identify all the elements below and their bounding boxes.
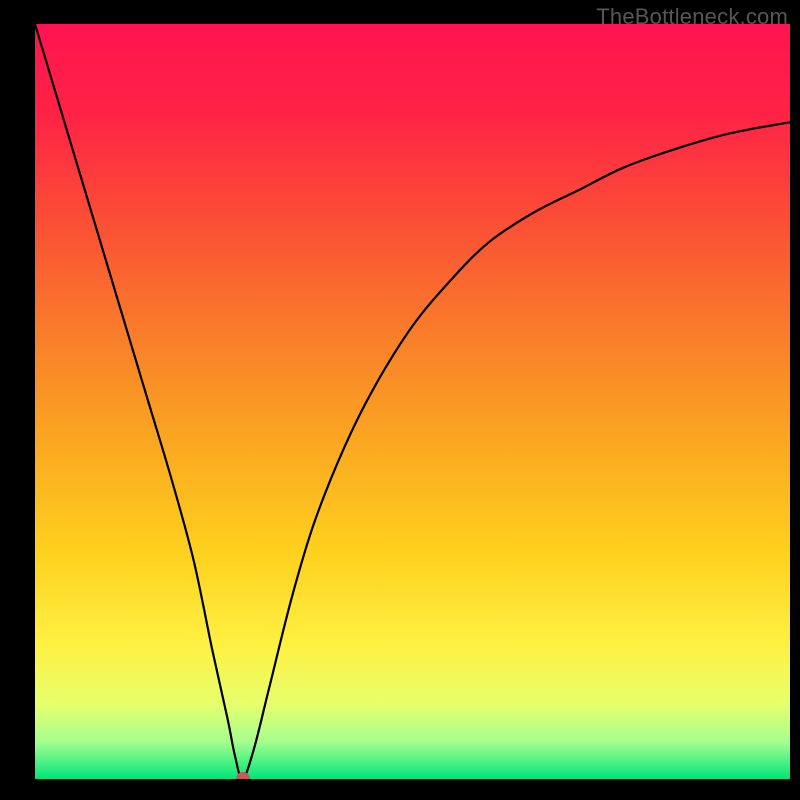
plot-area: [35, 24, 790, 779]
chart-frame: TheBottleneck.com: [0, 0, 800, 800]
watermark-text: TheBottleneck.com: [596, 4, 788, 30]
optimal-point-marker: [236, 772, 250, 779]
gradient-and-curve: [35, 24, 790, 779]
